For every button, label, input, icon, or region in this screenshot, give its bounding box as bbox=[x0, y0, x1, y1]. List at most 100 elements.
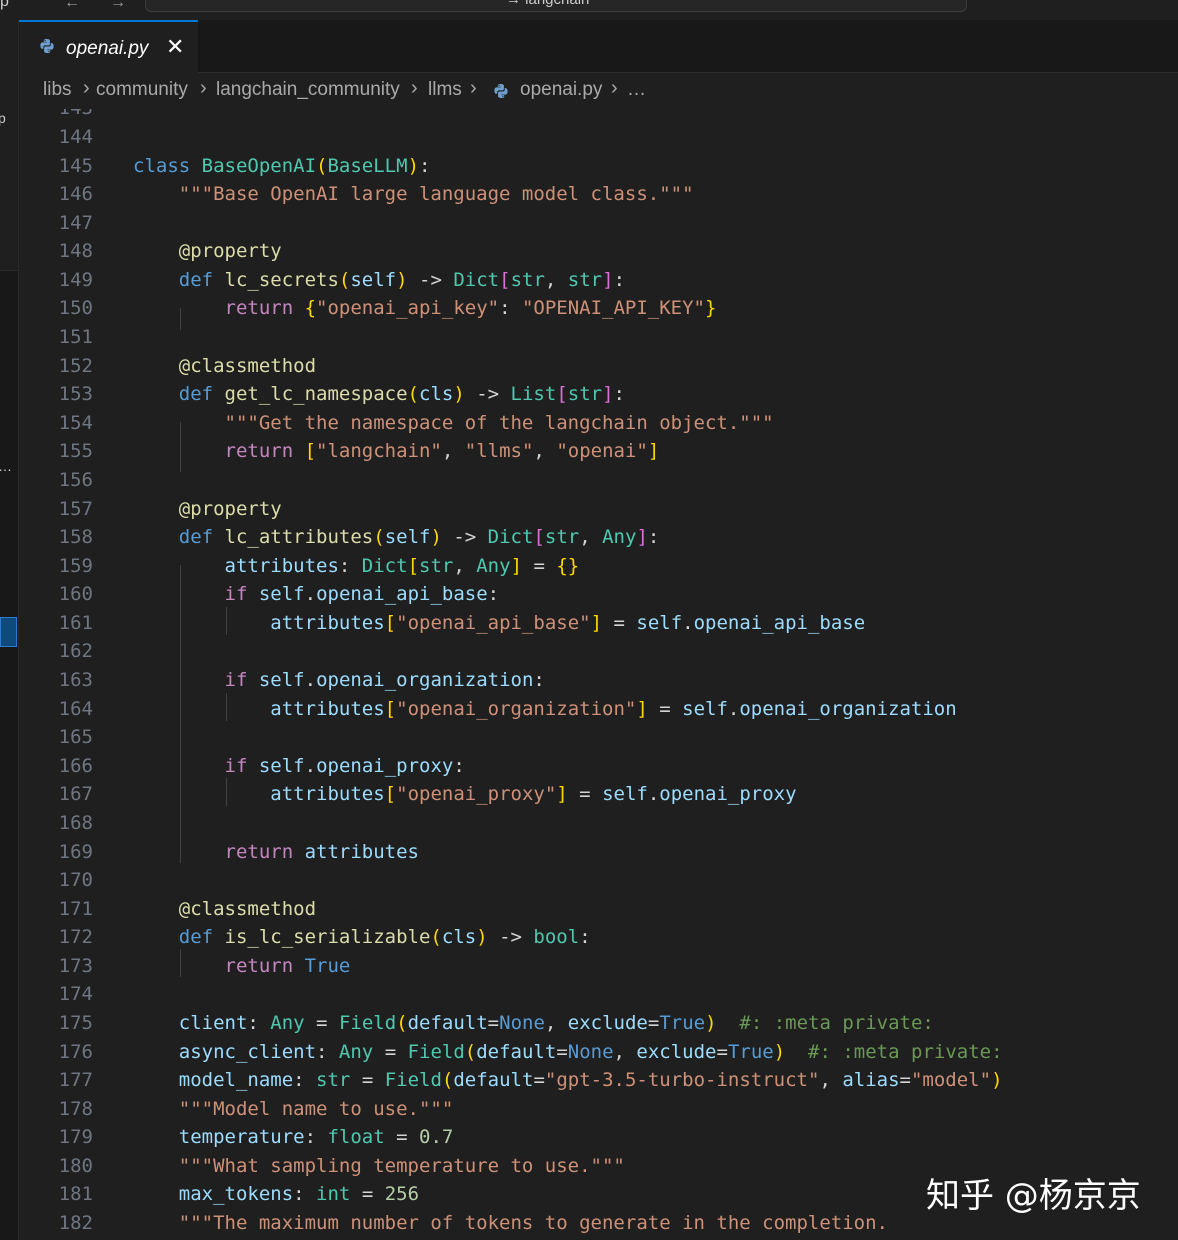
code-token: = bbox=[899, 1069, 911, 1091]
code-line[interactable]: """What sampling temperature to use.""" bbox=[133, 1155, 625, 1177]
code-line[interactable]: attributes["openai_proxy"] = self.openai… bbox=[133, 783, 797, 805]
code-token: 0.7 bbox=[419, 1126, 454, 1148]
code-token: = bbox=[602, 612, 637, 634]
code-token: : bbox=[647, 526, 660, 548]
code-token: ) bbox=[407, 155, 420, 177]
code-line[interactable]: temperature: float = 0.7 bbox=[133, 1126, 454, 1148]
code-token: @classmethod bbox=[133, 898, 317, 920]
breadcrumb-langchain-community[interactable]: langchain_community bbox=[216, 79, 400, 101]
code-line[interactable]: def get_lc_namespace(cls) -> List[str]: bbox=[133, 383, 625, 405]
breadcrumb-community[interactable]: community bbox=[96, 79, 188, 101]
code-token: if bbox=[133, 583, 259, 605]
code-line[interactable]: """Base OpenAI large language model clas… bbox=[133, 183, 694, 205]
code-line[interactable]: """Get the namespace of the langchain ob… bbox=[133, 412, 774, 434]
breadcrumb-openai-py[interactable]: openai.py bbox=[520, 79, 602, 101]
back-arrow-icon[interactable]: ← bbox=[64, 0, 80, 12]
code-token: ] bbox=[556, 783, 568, 805]
code-token: Field bbox=[384, 1069, 442, 1091]
line-number: 176 bbox=[58, 1041, 93, 1063]
code-line[interactable]: @property bbox=[133, 498, 282, 520]
code-token: str bbox=[316, 1069, 351, 1091]
code-token: default bbox=[453, 1069, 534, 1091]
breadcrumb-llms[interactable]: llms bbox=[428, 79, 462, 101]
sidebar-ellipsis[interactable]: … bbox=[0, 458, 12, 474]
code-token: def bbox=[133, 383, 225, 405]
code-line[interactable]: return True bbox=[133, 955, 351, 977]
code-token: ) bbox=[991, 1069, 1003, 1091]
code-line[interactable]: return {"openai_api_key": "OPENAI_API_KE… bbox=[133, 297, 717, 319]
forward-arrow-icon[interactable]: → bbox=[110, 0, 126, 12]
code-line[interactable]: """The maximum number of tokens to gener… bbox=[133, 1212, 888, 1234]
explorer-panel-edge bbox=[0, 20, 18, 271]
code-line[interactable]: def lc_secrets(self) -> Dict[str, str]: bbox=[133, 269, 625, 291]
code-token: "llms" bbox=[464, 440, 534, 462]
close-icon[interactable]: ✕ bbox=[166, 34, 184, 60]
code-token: self bbox=[350, 269, 397, 291]
breadcrumb-more[interactable]: … bbox=[627, 79, 646, 101]
code-token: openai_api_base bbox=[316, 583, 488, 605]
command-center-search[interactable]: → langchain bbox=[145, 0, 967, 12]
breadcrumb-separator: › bbox=[83, 77, 90, 99]
code-line[interactable]: max_tokens: int = 256 bbox=[133, 1183, 419, 1205]
tab-openai-py[interactable]: openai.py ✕ bbox=[19, 20, 198, 73]
code-line[interactable]: if self.openai_api_base: bbox=[133, 583, 500, 605]
code-token: "openai_api_key" bbox=[316, 297, 500, 319]
code-token: self bbox=[258, 583, 305, 605]
code-token: = bbox=[533, 1069, 545, 1091]
code-line[interactable]: @property bbox=[133, 240, 282, 262]
code-token: , bbox=[819, 1069, 843, 1091]
code-token: openai_proxy bbox=[659, 783, 797, 805]
code-editor[interactable]: 143 144145class BaseOpenAI(BaseLLM):146 … bbox=[19, 109, 1178, 1240]
code-line[interactable]: attributes["openai_organization"] = self… bbox=[133, 698, 956, 720]
code-token: ] bbox=[647, 440, 660, 462]
code-token: "openai_api_base" bbox=[396, 612, 591, 634]
code-token: : bbox=[419, 155, 431, 177]
code-token: exclude bbox=[636, 1041, 717, 1063]
code-token: Field bbox=[407, 1041, 465, 1063]
code-token: ) bbox=[705, 1012, 717, 1034]
code-token: : bbox=[304, 1126, 328, 1148]
code-line[interactable]: @classmethod bbox=[133, 898, 316, 920]
code-token: max_tokens bbox=[133, 1183, 294, 1205]
code-token: openai_api_base bbox=[693, 612, 866, 634]
code-token: -> bbox=[407, 269, 454, 291]
code-token: "model" bbox=[910, 1069, 992, 1091]
code-token: True bbox=[727, 1041, 774, 1063]
app-menu-letter[interactable]: p bbox=[0, 0, 9, 11]
code-line[interactable]: def is_lc_serializable(cls) -> bool: bbox=[133, 926, 591, 948]
code-token: attributes bbox=[133, 698, 385, 720]
code-line[interactable]: if self.openai_organization: bbox=[133, 669, 545, 691]
code-token: default bbox=[407, 1012, 488, 1034]
breadcrumb-libs[interactable]: libs bbox=[43, 79, 72, 101]
python-file-icon bbox=[494, 84, 508, 98]
sidebar-selected-item[interactable] bbox=[0, 617, 17, 647]
code-token: = bbox=[647, 1012, 660, 1034]
code-token: : bbox=[533, 669, 545, 691]
code-line[interactable]: @classmethod bbox=[133, 355, 316, 377]
code-token: [ bbox=[556, 383, 568, 405]
code-line[interactable]: attributes: Dict[str, Any] = {} bbox=[133, 555, 580, 577]
code-line[interactable]: model_name: str = Field(default="gpt-3.5… bbox=[133, 1069, 1003, 1091]
code-line[interactable]: attributes["openai_api_base"] = self.ope… bbox=[133, 612, 865, 634]
code-token: True bbox=[659, 1012, 706, 1034]
line-number: 156 bbox=[58, 469, 93, 491]
code-token: : bbox=[338, 555, 362, 577]
code-token: Field bbox=[338, 1012, 397, 1034]
code-line[interactable]: return attributes bbox=[133, 841, 419, 863]
sidebar-edge: p … bbox=[0, 20, 19, 1240]
line-number: 162 bbox=[58, 640, 93, 662]
code-line[interactable]: """Model name to use.""" bbox=[133, 1098, 454, 1120]
line-number: 177 bbox=[58, 1069, 93, 1091]
code-token: None bbox=[567, 1041, 614, 1063]
code-line[interactable]: def lc_attributes(self) -> Dict[str, Any… bbox=[133, 526, 660, 548]
code-line[interactable]: class BaseOpenAI(BaseLLM): bbox=[133, 155, 430, 177]
line-number: 171 bbox=[58, 898, 93, 920]
code-token: , bbox=[441, 440, 465, 462]
code-line[interactable]: if self.openai_proxy: bbox=[133, 755, 465, 777]
code-line[interactable]: return ["langchain", "llms", "openai"] bbox=[133, 440, 660, 462]
code-token: "openai" bbox=[556, 440, 648, 462]
code-line[interactable]: client: Any = Field(default=None, exclud… bbox=[133, 1012, 934, 1034]
code-token: #: :meta private: bbox=[716, 1012, 934, 1034]
code-token: if bbox=[133, 669, 259, 691]
code-line[interactable]: async_client: Any = Field(default=None, … bbox=[133, 1041, 1003, 1063]
